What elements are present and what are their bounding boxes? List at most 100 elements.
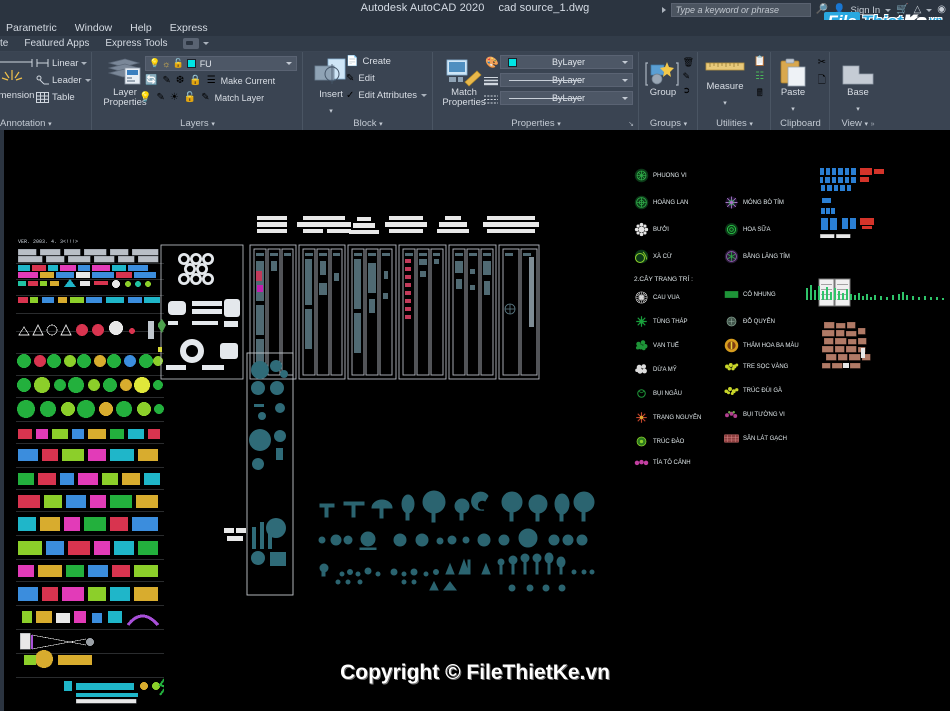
object-color-caret-icon[interactable] (622, 60, 628, 64)
legend-item-hoa-sua[interactable]: HOA SỮA (724, 222, 770, 237)
properties-panel-caret-icon[interactable]: ▾ (557, 121, 561, 128)
match-layer-icon[interactable]: ✎ (201, 92, 209, 103)
current-layer-dropdown[interactable]: 💡 ☼ 🔓 FU (145, 56, 297, 71)
tab-featured-apps[interactable]: Featured Apps (24, 38, 89, 49)
measure-button[interactable]: Measure ▾ (703, 60, 747, 110)
drawing-canvas[interactable]: VER. 2003. 4. 3<!!!> PHUONG VI HOÀNG LAN… (0, 130, 950, 711)
quick-select-icon[interactable]: 📋 (754, 56, 766, 67)
view-dropdown-caret-icon[interactable] (203, 42, 210, 45)
legend-item-tham-hoa-ba-mau[interactable]: THẢM HOA BA MÀU (724, 338, 799, 353)
left-panel-strip[interactable] (0, 130, 4, 711)
panel-dropdown-caret-icon[interactable]: ▾ (48, 121, 52, 128)
panel-title-properties[interactable]: Properties ▾ (434, 118, 638, 129)
linear-button[interactable]: Linear (36, 56, 92, 70)
match-layer-label[interactable]: Match Layer (215, 93, 265, 103)
layer-freeze-tool-icon[interactable]: ❆ (176, 75, 184, 86)
edit-attributes-caret-icon[interactable] (421, 94, 428, 97)
layer-color-swatch[interactable] (186, 59, 196, 68)
layer-freeze-icon[interactable]: ☼ (162, 59, 170, 69)
ungroup-icon[interactable]: 🗑 (683, 57, 694, 68)
layer-dropdown-caret-icon[interactable] (286, 62, 292, 65)
view-dropdown-button[interactable] (183, 38, 200, 49)
view-panel-expand-icon[interactable]: » (871, 121, 875, 128)
lineweight-caret-icon[interactable] (622, 78, 628, 82)
insert-dropdown-caret-icon[interactable]: ▾ (310, 100, 352, 118)
paste-button[interactable]: Paste ▾ (775, 58, 811, 116)
search-expand-icon[interactable] (661, 7, 666, 13)
group-selection-icon[interactable]: ➲ (683, 85, 694, 96)
utilities-panel-caret-icon[interactable]: ▾ (749, 121, 753, 128)
linetype-dropdown[interactable]: ByLayer (500, 91, 633, 105)
legend-item-dua-my[interactable]: DỪA MỸ (634, 362, 677, 377)
layer-unlock-icon[interactable]: 🔓 (184, 92, 196, 103)
legend-item-bang-lang-tim[interactable]: BẰNG LĂNG TÍM (724, 249, 790, 264)
menu-item-window[interactable]: Window (75, 22, 112, 34)
copy-icon[interactable]: 🗋 (818, 73, 826, 90)
tab-express-tools[interactable]: Express Tools (105, 38, 167, 49)
legend-item-cau-vua[interactable]: CAU VUA (634, 290, 680, 305)
layer-lock-tool-icon[interactable]: 🔒 (189, 75, 201, 86)
lineweight-dropdown[interactable]: ByLayer (500, 73, 633, 87)
legend-item-mong-bo-tim[interactable]: MÓNG BÒ TÍM (724, 195, 784, 210)
legend-item-xa-cu[interactable]: XÀ CỪ (634, 249, 672, 264)
tree-plan-symbols[interactable] (316, 490, 596, 596)
left-block-library[interactable]: VER. 2003. 4. 3<!!!> (16, 235, 164, 705)
layers-panel-caret-icon[interactable]: ▾ (211, 121, 215, 128)
legend-item-buoi[interactable]: BƯỞI (634, 222, 669, 237)
match-properties-button[interactable]: Match Properties (440, 58, 488, 108)
layer-thaw-icon[interactable]: ☀ (170, 92, 179, 103)
legend-item-hoang-lan[interactable]: HOÀNG LAN (634, 195, 688, 210)
layer-off-icon[interactable]: 🔄 (145, 75, 157, 86)
legend-item-bui-tuong-vi[interactable]: BỤI TƯỜNG VI (724, 410, 785, 419)
panel-title-utilities[interactable]: Utilities ▾ (699, 118, 770, 129)
dimension-button[interactable]: Dimension (0, 58, 38, 104)
panel-title-view[interactable]: View ▾ » (831, 118, 885, 129)
brown-site-plan-cluster[interactable] (820, 320, 886, 372)
green-skyline-strip[interactable] (806, 285, 950, 303)
legend-item-trang-nguyen[interactable]: TRẠNG NGUYÊN (634, 410, 701, 425)
center-sheet-panels[interactable] (158, 243, 540, 485)
tab-te[interactable]: te (0, 38, 8, 49)
legend-item-van-tue[interactable]: VẠN TUẾ (634, 338, 679, 353)
planting-detail-panel[interactable] (246, 352, 294, 596)
view-panel-caret-icon[interactable]: ▾ (865, 121, 869, 128)
properties-dialog-launcher-icon[interactable]: ↘ (628, 120, 634, 128)
make-current-icon[interactable]: ☰ (207, 75, 216, 86)
panel-title-groups[interactable]: Groups ▾ (640, 118, 697, 129)
legend-item-truc-dui-ga[interactable]: TRÚC ĐÙI GÀ (724, 386, 782, 395)
menu-item-express[interactable]: Express (170, 22, 208, 34)
small-bar-block[interactable] (222, 526, 248, 548)
group-button[interactable]: Group (643, 60, 683, 98)
legend-item-tung-thap[interactable]: TÙNG THÁP (634, 314, 688, 329)
linewidth-icon[interactable] (484, 74, 498, 92)
layer-lock-icon[interactable]: 🔓 (172, 58, 183, 69)
base-button[interactable]: Base ▾ (837, 62, 879, 116)
layer-unisolate-icon[interactable]: ✎ (156, 92, 164, 103)
sheet-title-bars[interactable] (255, 214, 545, 242)
linetype-icon[interactable] (484, 92, 498, 110)
panel-title-layers[interactable]: Layers ▾ (93, 118, 302, 129)
linear-dropdown-caret-icon[interactable] (81, 61, 88, 65)
leader-button[interactable]: Leader (36, 73, 92, 87)
panel-title-clipboard[interactable]: Clipboard (772, 118, 829, 129)
legend-item-do-quyen[interactable]: ĐỖ QUYÊN (724, 314, 775, 329)
cut-icon[interactable]: ✂ (818, 57, 826, 68)
panel-title-annotation[interactable]: Annotation ▾ (0, 118, 91, 129)
layer-isolate-icon[interactable]: ✎ (162, 75, 170, 86)
layer-on-icon[interactable]: 💡 (149, 58, 160, 69)
panel-title-block[interactable]: Block ▾ (304, 118, 432, 129)
layer-turn-on-icon[interactable]: 💡 (139, 92, 151, 103)
menu-item-help[interactable]: Help (130, 22, 152, 34)
edit-attributes-button[interactable]: ✓ Edit Attributes (346, 90, 428, 101)
legend-item-tia-to-canh[interactable]: TÍA TÔ CẢNH (634, 458, 691, 467)
quick-calc-select-icon[interactable]: ☷ (755, 71, 764, 82)
legend-item-san-lat-gach[interactable]: SÂN LÁT GẠCH (724, 434, 787, 443)
measure-dropdown-caret-icon[interactable]: ▾ (703, 92, 747, 110)
menu-item-parametric[interactable]: Parametric (6, 22, 57, 34)
legend-item-truc-dao[interactable]: TRÚC ĐÀO (634, 434, 684, 449)
right-top-detail-blocks[interactable] (818, 166, 900, 238)
groups-panel-caret-icon[interactable]: ▾ (684, 121, 688, 128)
object-color-dropdown[interactable]: ByLayer (500, 55, 633, 69)
group-edit-icon[interactable]: ✎ (683, 71, 694, 82)
base-dropdown-caret-icon[interactable]: ▾ (837, 98, 879, 116)
